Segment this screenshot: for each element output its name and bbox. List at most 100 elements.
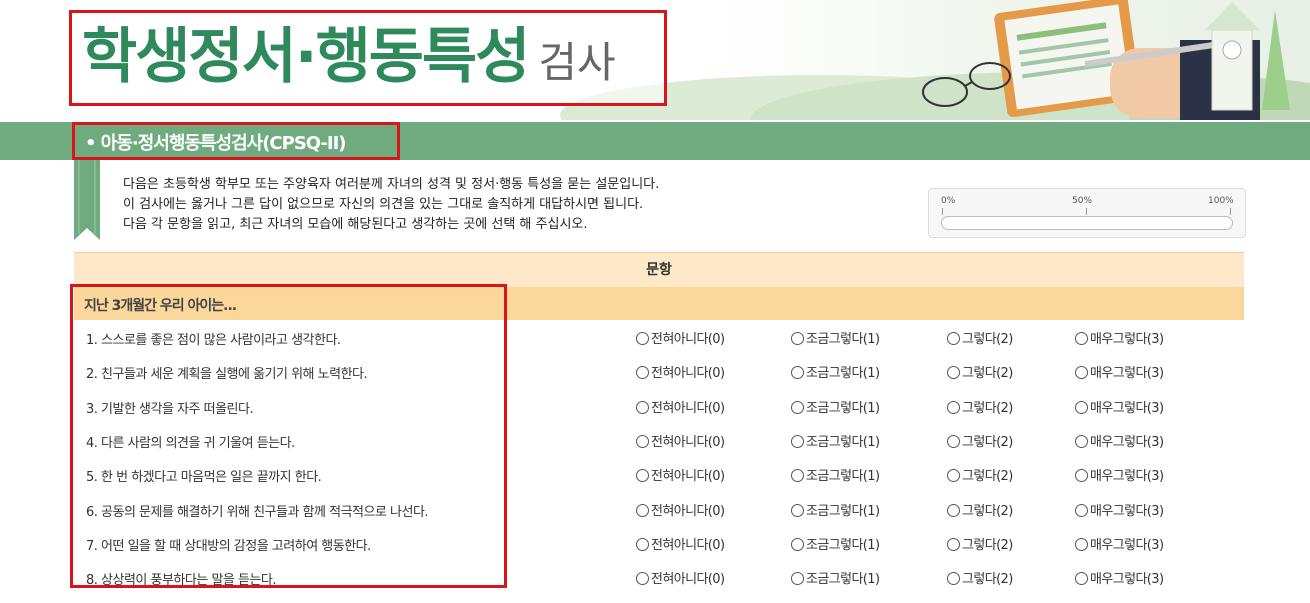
answer-option-label: 매우그렇다(3) [1090, 366, 1164, 382]
answer-option[interactable]: 매우그렇다(3) [1075, 362, 1164, 382]
answer-option-label: 전혀아니다(0) [651, 503, 725, 519]
answer-option[interactable]: 그렇다(2) [947, 465, 1013, 484]
answer-option[interactable]: 전혀아니다(0) [636, 500, 725, 519]
radio-button[interactable] [947, 469, 960, 483]
radio-button[interactable] [1075, 537, 1088, 551]
answer-option-label: 매우그렇다(3) [1090, 537, 1164, 553]
answer-option[interactable]: 조금그렇다(1) [791, 534, 880, 553]
progress-tick [1086, 208, 1087, 215]
answer-option[interactable]: 그렇다(2) [947, 568, 1013, 587]
answer-option[interactable]: 조금그렇다(1) [791, 465, 880, 484]
answer-option-label: 매우그렇다(3) [1090, 434, 1164, 450]
radio-button[interactable] [636, 537, 649, 551]
answer-option[interactable]: 매우그렇다(3) [1075, 431, 1164, 450]
answer-option[interactable]: 매우그렇다(3) [1075, 568, 1164, 587]
answer-option[interactable]: 전혀아니다(0) [636, 534, 725, 553]
radio-button[interactable] [636, 469, 649, 483]
radio-button[interactable] [791, 572, 804, 586]
radio-button[interactable] [636, 434, 649, 448]
progress-bar [941, 216, 1233, 230]
radio-button[interactable] [947, 572, 960, 586]
answer-option-label: 전혀아니다(0) [651, 434, 725, 450]
answer-option[interactable]: 조금그렇다(1) [791, 397, 880, 416]
progress-label-100: 100% [1208, 196, 1234, 206]
answer-option-label: 전혀아니다(0) [651, 572, 725, 588]
answer-option[interactable]: 조금그렇다(1) [791, 500, 880, 519]
intro-line: 이 검사에는 옳거나 그른 답이 없으므로 자신의 의견을 있는 그대로 솔직하… [123, 197, 644, 212]
answer-option[interactable]: 매우그렇다(3) [1075, 397, 1164, 416]
answer-option-label: 그렇다(2) [962, 332, 1013, 347]
radio-button[interactable] [791, 400, 804, 414]
radio-button[interactable] [1075, 332, 1088, 345]
answer-option-label: 매우그렇다(3) [1090, 332, 1164, 347]
answer-option-label: 그렇다(2) [962, 503, 1013, 519]
answer-option[interactable]: 전혀아니다(0) [636, 328, 725, 347]
answer-option[interactable]: 전혀아니다(0) [636, 362, 725, 381]
answer-option[interactable]: 조금그렇다(1) [791, 362, 880, 382]
answer-option[interactable]: 전혀아니다(0) [636, 465, 725, 484]
answer-option[interactable]: 매우그렇다(3) [1075, 328, 1164, 347]
progress-panel: 0% 50% 100% [928, 188, 1246, 238]
radio-button[interactable] [791, 366, 804, 380]
progress-tick [942, 208, 943, 215]
answer-option[interactable]: 전혀아니다(0) [636, 397, 725, 416]
answer-option-label: 매우그렇다(3) [1090, 469, 1164, 485]
radio-button[interactable] [791, 434, 804, 448]
answer-option[interactable]: 그렇다(2) [947, 397, 1013, 416]
section-highlight-box: • 아동·정서행동특성검사(CPSQ-II) [72, 122, 400, 160]
answer-option[interactable]: 매우그렇다(3) [1075, 500, 1164, 519]
answer-option-label: 조금그렇다(1) [806, 572, 880, 588]
radio-button[interactable] [791, 332, 804, 345]
answer-option-label: 그렇다(2) [962, 469, 1013, 485]
radio-button[interactable] [1075, 434, 1088, 448]
radio-button[interactable] [636, 332, 649, 345]
answer-option[interactable]: 그렇다(2) [947, 500, 1013, 519]
answer-option[interactable]: 그렇다(2) [947, 328, 1013, 347]
radio-button[interactable] [636, 400, 649, 414]
answer-option-label: 그렇다(2) [962, 537, 1013, 553]
answer-option[interactable]: 매우그렇다(3) [1075, 534, 1164, 553]
answer-option[interactable]: 조금그렇다(1) [791, 328, 880, 347]
header-banner: 학생정서·행동특성 검사 [0, 0, 1310, 120]
radio-button[interactable] [1075, 572, 1088, 586]
radio-button[interactable] [636, 503, 649, 517]
bookmark-ribbon-icon [74, 160, 100, 240]
progress-label-0: 0% [941, 196, 956, 206]
answer-option-label: 조금그렇다(1) [806, 503, 880, 519]
answer-option[interactable]: 그렇다(2) [947, 362, 1013, 381]
answer-option-label: 그렇다(2) [962, 572, 1013, 588]
radio-button[interactable] [1075, 469, 1088, 483]
answer-option-label: 그렇다(2) [962, 434, 1013, 450]
answer-option-label: 조금그렇다(1) [806, 366, 880, 382]
answer-option[interactable]: 조금그렇다(1) [791, 568, 880, 588]
page-title-sub: 검사 [538, 38, 616, 87]
answer-option-label: 매우그렇다(3) [1090, 400, 1164, 416]
radio-button[interactable] [636, 572, 649, 586]
answer-option[interactable]: 전혀아니다(0) [636, 431, 725, 450]
answer-option[interactable]: 전혀아니다(0) [636, 568, 725, 588]
radio-button[interactable] [791, 537, 804, 551]
answer-option-label: 조금그렇다(1) [806, 332, 880, 347]
questions-highlight-box [70, 284, 507, 588]
radio-button[interactable] [947, 366, 960, 380]
progress-label-50: 50% [1072, 196, 1093, 206]
answer-option[interactable]: 조금그렇다(1) [791, 431, 880, 450]
radio-button[interactable] [947, 332, 960, 345]
radio-button[interactable] [947, 503, 960, 517]
answer-option[interactable]: 그렇다(2) [947, 534, 1013, 553]
answer-option-label: 그렇다(2) [962, 400, 1013, 416]
radio-button[interactable] [947, 434, 960, 448]
radio-button[interactable] [791, 469, 804, 483]
answer-option-label: 조금그렇다(1) [806, 537, 880, 553]
radio-button[interactable] [947, 537, 960, 551]
radio-button[interactable] [791, 503, 804, 517]
radio-button[interactable] [947, 400, 960, 414]
radio-button[interactable] [1075, 503, 1088, 517]
radio-button[interactable] [636, 366, 649, 380]
answer-option-label: 조금그렇다(1) [806, 400, 880, 416]
answer-option[interactable]: 그렇다(2) [947, 431, 1013, 450]
radio-button[interactable] [1075, 366, 1088, 380]
page-title-main: 학생정서·행동특성 [82, 22, 530, 92]
answer-option[interactable]: 매우그렇다(3) [1075, 465, 1164, 485]
radio-button[interactable] [1075, 400, 1088, 414]
